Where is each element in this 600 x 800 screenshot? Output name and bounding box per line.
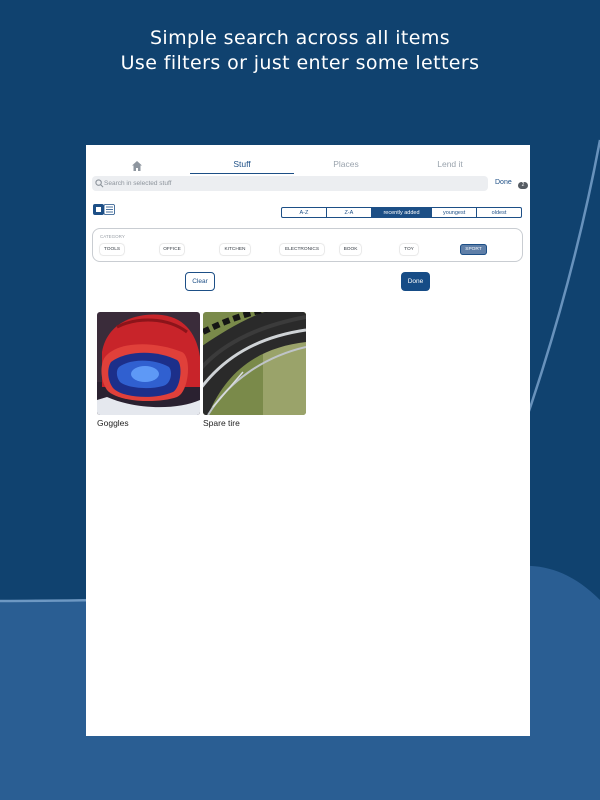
sort-segmented-control: A-Z Z-A recently added youngest oldest <box>281 207 522 218</box>
search-placeholder: Search in selected stuff <box>104 180 172 187</box>
home-icon <box>132 161 142 171</box>
app-screen: Stuff Places Lend it Search in selected … <box>86 145 530 736</box>
headline: Simple search across all items Use filte… <box>0 26 600 76</box>
tab-places[interactable]: Places <box>294 145 398 173</box>
chip-office[interactable]: OFFICE <box>160 244 184 255</box>
item-name: Spare tire <box>203 418 240 428</box>
selection-count-badge: 2 <box>518 182 528 189</box>
done-button[interactable]: Done <box>401 272 430 291</box>
sort-z-a[interactable]: Z-A <box>327 208 372 217</box>
chip-sport[interactable]: SPORT <box>460 244 487 255</box>
item-card[interactable]: Goggles <box>97 312 200 428</box>
category-filter: CATEGORY TOOLS OFFICE KITCHEN ELECTRONIC… <box>92 228 523 262</box>
chip-book[interactable]: BOOK <box>340 244 361 255</box>
sort-recently-added[interactable]: recently added <box>371 208 433 217</box>
item-card[interactable]: Spare tire <box>203 312 306 428</box>
tab-home[interactable] <box>86 145 190 173</box>
item-name: Goggles <box>97 418 129 428</box>
spare-tire-photo <box>203 312 306 415</box>
search-input[interactable]: Search in selected stuff <box>92 176 488 191</box>
search-done-link[interactable]: Done <box>495 178 512 188</box>
view-toggle[interactable] <box>93 204 115 215</box>
goggles-photo <box>97 312 200 415</box>
headline-line-2: Use filters or just enter some letters <box>120 52 480 74</box>
category-title: CATEGORY <box>100 234 125 239</box>
chip-electronics[interactable]: ELECTRONICS <box>280 244 324 255</box>
tab-stuff[interactable]: Stuff <box>190 145 294 174</box>
tab-lend-it[interactable]: Lend it <box>398 145 502 173</box>
sort-oldest[interactable]: oldest <box>477 208 521 217</box>
tab-bar: Stuff Places Lend it <box>86 145 530 175</box>
headline-line-1: Simple search across all items <box>149 27 451 49</box>
clear-button[interactable]: Clear <box>185 272 215 291</box>
search-icon <box>95 179 104 188</box>
sort-a-z[interactable]: A-Z <box>282 208 327 217</box>
chip-tools[interactable]: TOOLS <box>100 244 124 255</box>
chip-kitchen[interactable]: KITCHEN <box>220 244 250 255</box>
chip-toy[interactable]: TOY <box>400 244 418 255</box>
sort-youngest[interactable]: youngest <box>432 208 478 217</box>
